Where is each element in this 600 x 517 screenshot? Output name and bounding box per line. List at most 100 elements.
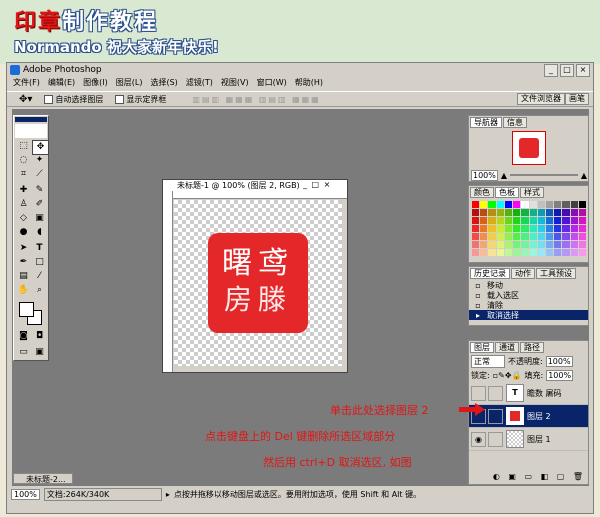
swatch[interactable]: [513, 241, 521, 248]
swatch[interactable]: [578, 209, 586, 216]
swatch[interactable]: [554, 217, 562, 224]
tab-history[interactable]: 历史记录: [470, 268, 510, 279]
swatch[interactable]: [488, 217, 496, 224]
swatch[interactable]: [529, 209, 537, 216]
swatch[interactable]: [570, 249, 578, 256]
swatch[interactable]: [504, 249, 513, 256]
swatch[interactable]: [562, 249, 570, 256]
stamp-tool-icon[interactable]: ♙: [16, 198, 31, 211]
dodge-tool-icon[interactable]: ◖: [32, 226, 47, 239]
foreground-color-swatch[interactable]: [19, 302, 34, 317]
swatch[interactable]: [570, 217, 578, 224]
quickmask-on-icon[interactable]: ◘: [32, 330, 47, 343]
lasso-tool-icon[interactable]: ◌: [16, 154, 31, 167]
swatch[interactable]: [554, 225, 562, 232]
swatch[interactable]: [545, 233, 554, 240]
swatch[interactable]: [521, 241, 529, 248]
fill-field[interactable]: 100%: [546, 370, 574, 381]
swatch[interactable]: [578, 225, 586, 232]
history-brush-icon[interactable]: ✐: [32, 198, 47, 211]
swatch[interactable]: [521, 225, 529, 232]
swatch-grid[interactable]: [472, 201, 586, 261]
auto-select-checkbox[interactable]: 自动选择图层: [44, 94, 103, 105]
swatch[interactable]: [570, 225, 578, 232]
status-zoom-field[interactable]: 100%: [11, 488, 40, 500]
swatch[interactable]: [504, 241, 513, 248]
swatch[interactable]: [488, 225, 496, 232]
swatch[interactable]: [480, 225, 488, 232]
menu-window[interactable]: 窗口(W): [257, 77, 287, 89]
history-item-selected[interactable]: ▸ 取消选择: [469, 310, 588, 320]
swatch[interactable]: [578, 217, 586, 224]
tab-swatches[interactable]: 色板: [495, 187, 519, 198]
swatch[interactable]: [521, 233, 529, 240]
tab-channels[interactable]: 通道: [495, 342, 519, 353]
swatch[interactable]: [529, 201, 537, 208]
swatch[interactable]: [496, 225, 504, 232]
tab-color[interactable]: 颜色: [470, 187, 494, 198]
link-toggle[interactable]: [488, 408, 503, 424]
tab-paths[interactable]: 路径: [520, 342, 544, 353]
swatch[interactable]: [472, 241, 480, 248]
tab-actions[interactable]: 动作: [511, 268, 535, 279]
eraser-tool-icon[interactable]: ◇: [16, 212, 31, 225]
swatch[interactable]: [480, 249, 488, 256]
swatch[interactable]: [488, 233, 496, 240]
swatch[interactable]: [578, 233, 586, 240]
swatch[interactable]: [529, 217, 537, 224]
pen-tool-icon[interactable]: ✒: [16, 256, 31, 269]
move-tool-icon[interactable]: ✥▾: [19, 94, 32, 105]
swatch[interactable]: [513, 249, 521, 256]
swatch[interactable]: [472, 201, 480, 208]
swatch[interactable]: [578, 201, 586, 208]
crop-tool-icon[interactable]: ⌗: [16, 168, 31, 181]
type-tool-icon[interactable]: T: [32, 242, 47, 255]
swatch[interactable]: [472, 233, 480, 240]
swatch[interactable]: [529, 225, 537, 232]
path-select-icon[interactable]: ➤: [16, 242, 31, 255]
swatch[interactable]: [472, 249, 480, 256]
swatch[interactable]: [472, 217, 480, 224]
menu-view[interactable]: 视图(V): [221, 77, 249, 89]
tab-brushes[interactable]: 画笔: [565, 93, 589, 105]
layer-row-selected[interactable]: 图层 2: [469, 405, 588, 428]
swatch[interactable]: [578, 241, 586, 248]
history-item[interactable]: ▫ 载入选区: [469, 290, 588, 300]
swatch[interactable]: [554, 209, 562, 216]
swatch[interactable]: [570, 233, 578, 240]
layers-footer-icons[interactable]: ◐ ▣ ▭ ◧ ▢ 🗑: [471, 472, 586, 483]
swatch[interactable]: [529, 241, 537, 248]
swatch[interactable]: [537, 209, 545, 216]
swatch[interactable]: [562, 233, 570, 240]
swatch[interactable]: [562, 225, 570, 232]
history-item[interactable]: ▫ 移动: [469, 280, 588, 290]
lock-icons[interactable]: ▫✎✥🔒: [493, 371, 522, 380]
tab-layers[interactable]: 图层: [470, 342, 494, 353]
navigator-zoom-field[interactable]: 100%: [471, 169, 498, 181]
link-toggle[interactable]: [488, 385, 503, 401]
shape-tool-icon[interactable]: □: [32, 256, 47, 269]
marquee-tool-icon[interactable]: ⬚: [16, 140, 31, 153]
swatch[interactable]: [504, 209, 513, 216]
swatch[interactable]: [529, 233, 537, 240]
align-buttons-icon[interactable]: ▥▤▥ ▦▦▦ ▥▤▥ ▦▦▦: [192, 95, 320, 104]
menu-image[interactable]: 图像(I): [83, 77, 108, 89]
swatch[interactable]: [537, 217, 545, 224]
swatch[interactable]: [562, 217, 570, 224]
swatch[interactable]: [521, 209, 529, 216]
move-tool-icon[interactable]: ✥: [32, 140, 49, 155]
opacity-field[interactable]: 100%: [545, 356, 573, 367]
swatch[interactable]: [480, 209, 488, 216]
swatch[interactable]: [521, 201, 529, 208]
swatch[interactable]: [488, 249, 496, 256]
swatch[interactable]: [537, 201, 545, 208]
zoom-tool-icon[interactable]: ⌕: [32, 284, 47, 297]
screen-mode-icon[interactable]: ▭: [16, 346, 31, 359]
layer-row[interactable]: T 瞻数 屠码: [469, 382, 588, 405]
quickmask-off-icon[interactable]: ◙: [16, 330, 31, 343]
maximize-button[interactable]: □: [560, 63, 574, 77]
swatch[interactable]: [545, 241, 554, 248]
notes-tool-icon[interactable]: ▤: [16, 270, 31, 283]
document-window-controls[interactable]: _ □ ×: [303, 180, 331, 189]
menu-file[interactable]: 文件(F): [13, 77, 40, 89]
